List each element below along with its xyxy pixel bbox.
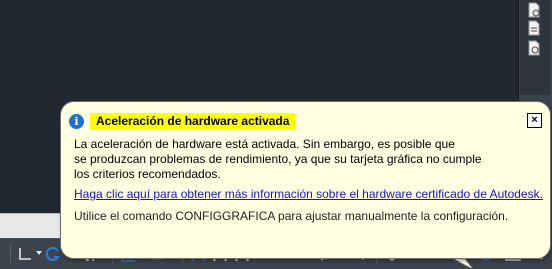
certified-hardware-link[interactable]: Haga clic aquí para obtener más informac…	[74, 187, 543, 201]
hardware-acceleration-notification: i Aceleración de hardware activada × La …	[60, 101, 551, 259]
chevron-down-icon[interactable]	[35, 248, 43, 258]
ortho-icon[interactable]	[16, 245, 34, 263]
publish-icon[interactable]	[527, 40, 541, 56]
layout-properties-icon[interactable]	[527, 2, 541, 18]
info-icon: i	[69, 114, 84, 129]
balloon-hint: Utilice el comando CONFIGGRAFICA para aj…	[74, 209, 509, 223]
balloon-message-line: La aceleración de hardware está activada…	[74, 137, 455, 151]
balloon-message-line: se produzcan problemas de rendimiento, y…	[74, 152, 482, 166]
page-setup-icon[interactable]	[527, 20, 541, 36]
balloon-title: Aceleración de hardware activada	[90, 113, 296, 130]
balloon-message-line: los criterios recomendados.	[74, 167, 221, 181]
close-icon[interactable]: ×	[527, 113, 542, 128]
status-separator	[10, 245, 11, 263]
